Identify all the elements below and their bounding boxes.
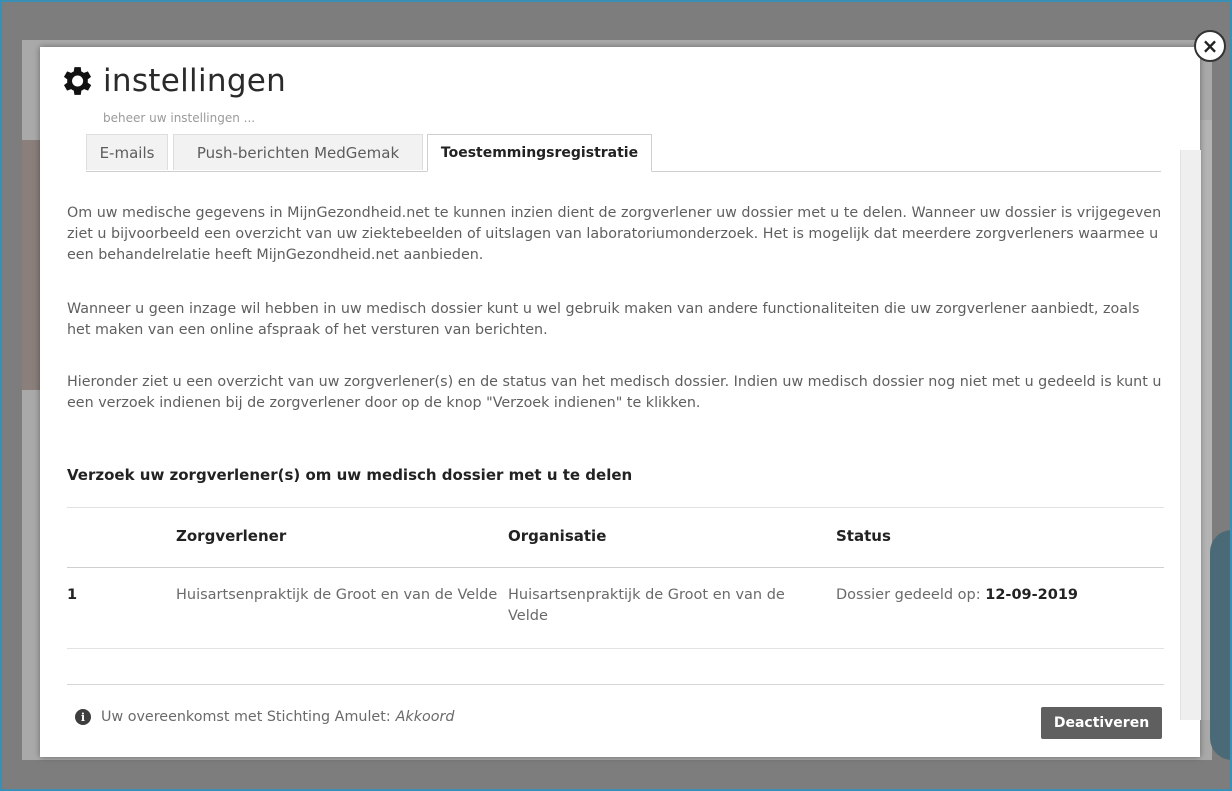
window-frame — [0, 0, 1232, 791]
